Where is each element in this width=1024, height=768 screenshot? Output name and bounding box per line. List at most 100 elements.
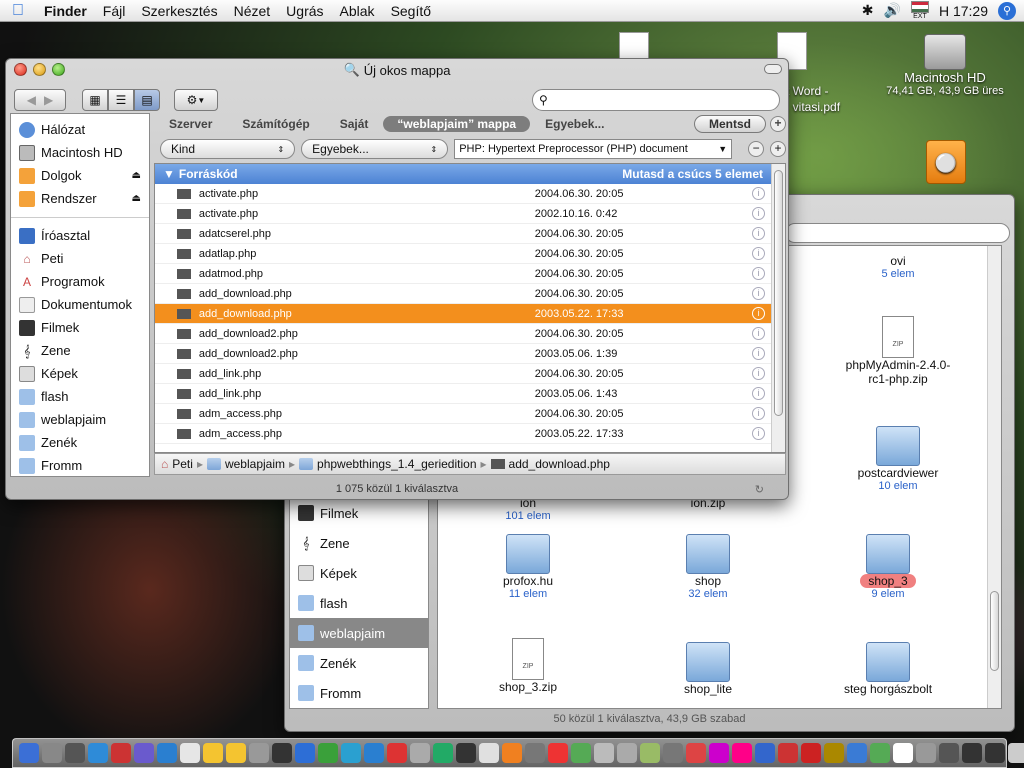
menu-edit[interactable]: Szerkesztés: [133, 3, 225, 19]
dock-app-icon[interactable]: [387, 743, 407, 763]
dock-app-icon[interactable]: [594, 743, 614, 763]
toolbar-toggle-button[interactable]: [764, 64, 782, 74]
sidebar-item-pictures[interactable]: Képek: [11, 362, 149, 385]
info-icon[interactable]: i: [752, 427, 766, 440]
grid-item-steg[interactable]: steg horgászbolt: [818, 642, 958, 696]
criteria-value-combobox[interactable]: PHP: Hypertext Preprocessor (PHP) docume…: [454, 139, 733, 159]
table-row[interactable]: add_link.php 2004.06.30. 20:05 i: [155, 364, 785, 384]
path-item-home[interactable]: Peti: [172, 457, 193, 471]
title-bar[interactable]: 🔍 Új okos mappa: [6, 59, 788, 81]
info-icon[interactable]: i: [752, 207, 766, 220]
dock-app-icon[interactable]: [318, 743, 338, 763]
scrollbar-thumb[interactable]: [990, 591, 999, 671]
minimize-button[interactable]: [33, 63, 46, 76]
search-input[interactable]: [551, 92, 752, 108]
dock-app-icon[interactable]: [985, 743, 1005, 763]
dock-app-icon[interactable]: [640, 743, 660, 763]
menu-file[interactable]: Fájl: [95, 3, 134, 19]
table-row[interactable]: add_download.php 2004.06.30. 20:05 i: [155, 284, 785, 304]
table-row[interactable]: add_download2.php 2004.06.30. 20:05 i: [155, 324, 785, 344]
menu-view[interactable]: Nézet: [226, 3, 279, 19]
apple-menu-icon[interactable]: : [0, 2, 36, 20]
show-top-5-link[interactable]: Mutasd a csúcs 5 elemet: [622, 167, 763, 181]
dock-app-icon[interactable]: [939, 743, 959, 763]
sidebar-item-fromm[interactable]: Fromm: [11, 454, 149, 477]
scope-server[interactable]: Szerver: [154, 117, 227, 131]
table-row[interactable]: activate.php 2004.06.30. 20:05 i: [155, 184, 785, 204]
sidebar-item-dolgok[interactable]: Dolgok ⏏: [11, 164, 149, 187]
grid-item-postcardviewer[interactable]: postcardviewer 10 elem: [828, 426, 968, 492]
dock-app-icon[interactable]: [778, 743, 798, 763]
dock-app-icon[interactable]: [433, 743, 453, 763]
sidebar-item-movies[interactable]: Filmek: [11, 316, 149, 339]
menu-window[interactable]: Ablak: [332, 3, 383, 19]
action-menu-button[interactable]: ⚙ ▼: [174, 89, 218, 111]
dock-app-icon[interactable]: [295, 743, 315, 763]
dock-app-icon[interactable]: [893, 743, 913, 763]
grid-item-shop3-zip[interactable]: ZIP shop_3.zip: [458, 638, 598, 694]
list-view-button[interactable]: ☰: [108, 89, 134, 111]
dock-app-icon[interactable]: [732, 743, 752, 763]
sidebar-item-home[interactable]: ⌂ Peti: [11, 247, 149, 270]
info-icon[interactable]: i: [752, 187, 766, 200]
back-forward-button[interactable]: ◀ ▶: [14, 89, 66, 111]
table-row[interactable]: add_link.php 2003.05.06. 1:43 i: [155, 384, 785, 404]
table-row[interactable]: adatmod.php 2004.06.30. 20:05 i: [155, 264, 785, 284]
dock-app-icon[interactable]: [847, 743, 867, 763]
dock-app-icon[interactable]: [88, 743, 108, 763]
sidebar-item-network[interactable]: Hálózat: [11, 118, 149, 141]
table-row[interactable]: adatlap.php 2004.06.30. 20:05 i: [155, 244, 785, 264]
eject-icon[interactable]: ⏏: [132, 193, 141, 204]
back-sidebar-item-pictures[interactable]: Képek: [290, 558, 428, 588]
sidebar-item-macintosh-hd[interactable]: Macintosh HD: [11, 141, 149, 164]
dock-app-icon[interactable]: [962, 743, 982, 763]
back-sidebar-item-fromm[interactable]: Fromm: [290, 678, 428, 708]
save-button[interactable]: Mentsd: [694, 115, 766, 133]
dock-app-icon[interactable]: [410, 743, 430, 763]
input-menu[interactable]: EXT: [910, 1, 929, 20]
menu-clock[interactable]: H 17:29: [939, 3, 988, 19]
dock-app-icon[interactable]: [364, 743, 384, 763]
dock-app-icon[interactable]: [272, 743, 292, 763]
scope-home[interactable]: Saját: [325, 117, 384, 131]
dock-app-icon[interactable]: [42, 743, 62, 763]
dock-app-icon[interactable]: [226, 743, 246, 763]
sidebar-item-applications[interactable]: A Programok: [11, 270, 149, 293]
sidebar-item-music[interactable]: 𝄞 Zene: [11, 339, 149, 362]
path-item-file[interactable]: add_download.php: [509, 457, 610, 471]
table-row[interactable]: activate.php 2002.10.16. 0:42 i: [155, 204, 785, 224]
close-button[interactable]: [14, 63, 27, 76]
dock-app-icon[interactable]: [157, 743, 177, 763]
dock-app-icon[interactable]: [663, 743, 683, 763]
dock-app-icon[interactable]: [755, 743, 775, 763]
table-row[interactable]: adatcserel.php 2004.06.30. 20:05 i: [155, 224, 785, 244]
desktop-hd[interactable]: Macintosh HD 74,41 GB, 43,9 GB üres: [870, 34, 1020, 97]
info-icon[interactable]: i: [752, 247, 766, 260]
sidebar-item-weblapjaim[interactable]: weblapjaim: [11, 408, 149, 431]
volume-icon[interactable]: 🔊: [884, 2, 901, 19]
info-icon[interactable]: i: [752, 407, 766, 420]
info-icon[interactable]: i: [752, 307, 766, 320]
dock-app-icon[interactable]: [249, 743, 269, 763]
add-criteria-button[interactable]: +: [770, 141, 786, 157]
dock-app-icon[interactable]: [19, 743, 39, 763]
grid-item-shop-lite[interactable]: shop_lite: [638, 642, 778, 696]
menu-help[interactable]: Segítő: [383, 3, 439, 19]
grid-item-shop3[interactable]: shop_3 9 elem: [818, 534, 958, 600]
criteria-attribute-popup[interactable]: Kind ⇕: [160, 139, 296, 159]
criteria-operator-popup[interactable]: Egyebek... ⇕: [301, 139, 449, 159]
dock-app-icon[interactable]: [111, 743, 131, 763]
resize-grip-icon[interactable]: ↻: [755, 483, 764, 496]
sidebar-item-documents[interactable]: Dokumentumok: [11, 293, 149, 316]
grid-item-ovi[interactable]: ovi 5 elem: [828, 254, 968, 280]
menu-go[interactable]: Ugrás: [278, 3, 331, 19]
back-sidebar-item-zenek[interactable]: Zenék: [290, 648, 428, 678]
info-icon[interactable]: i: [752, 387, 766, 400]
info-icon[interactable]: i: [752, 347, 766, 360]
dock-app-icon[interactable]: [617, 743, 637, 763]
info-icon[interactable]: i: [752, 267, 766, 280]
scope-other[interactable]: Egyebek...: [530, 117, 619, 131]
dock-app-icon[interactable]: [916, 743, 936, 763]
group-header[interactable]: ▼ Forráskód Mutasd a csúcs 5 elemet: [155, 164, 785, 184]
dock-app-icon[interactable]: [456, 743, 476, 763]
